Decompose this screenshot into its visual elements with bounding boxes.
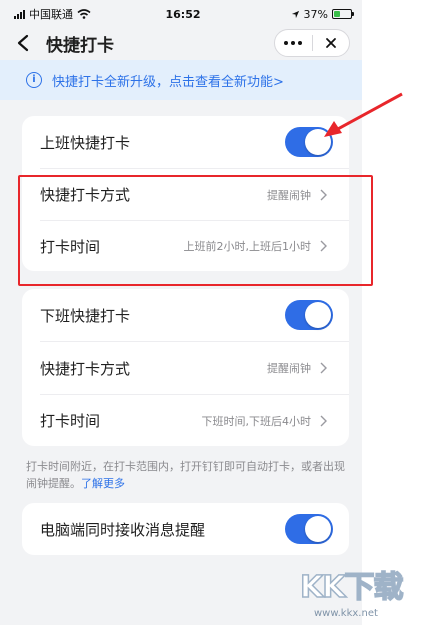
battery-percent: 37% bbox=[303, 7, 328, 21]
clock-out-card: 下班快捷打卡 快捷打卡方式 提醒闹钟 打卡时间 下班时间,下班后4小时 bbox=[22, 289, 349, 446]
close-icon bbox=[325, 38, 336, 48]
mini-app-capsule bbox=[274, 29, 350, 57]
clock-in-toggle-label: 上班快捷打卡 bbox=[40, 133, 131, 152]
location-arrow-icon bbox=[291, 10, 299, 18]
pc-notify-label: 电脑端同时接收消息提醒 bbox=[40, 520, 206, 539]
highlight-box bbox=[18, 175, 373, 286]
red-arrow-icon bbox=[324, 92, 403, 137]
more-dots-icon bbox=[284, 41, 303, 45]
clock-out-toggle-label: 下班快捷打卡 bbox=[40, 306, 131, 325]
chevron-right-icon bbox=[319, 361, 333, 375]
clock-out-time-value: 下班时间,下班后4小时 bbox=[201, 414, 312, 428]
pc-notify-row: 电脑端同时接收消息提醒 bbox=[22, 503, 349, 555]
clock-in-toggle-row: 上班快捷打卡 bbox=[22, 116, 349, 168]
page-title: 快捷打卡 bbox=[46, 35, 114, 56]
clock-out-time-label: 打卡时间 bbox=[40, 412, 101, 430]
back-button[interactable] bbox=[16, 31, 40, 55]
chevron-right-icon bbox=[319, 414, 333, 428]
pc-notify-toggle[interactable] bbox=[285, 514, 333, 544]
auto-clock-hint: 打卡时间附近，在打卡范围内，打开钉钉即可自动打卡，或者出现闹钟提醒。了解更多 bbox=[26, 458, 348, 492]
clock-out-method-value: 提醒闹钟 bbox=[267, 362, 311, 375]
close-button[interactable] bbox=[313, 30, 350, 56]
notice-text: 快捷打卡全新升级，点击查看全新功能> bbox=[52, 74, 284, 90]
upgrade-notice-banner[interactable]: i 快捷打卡全新升级，点击查看全新功能> bbox=[0, 60, 362, 100]
clock-out-method-row[interactable]: 快捷打卡方式 提醒闹钟 bbox=[22, 342, 349, 394]
clock-out-toggle-row: 下班快捷打卡 bbox=[22, 289, 349, 341]
more-button[interactable] bbox=[275, 30, 312, 56]
learn-more-link[interactable]: 了解更多 bbox=[81, 477, 125, 490]
watermark-url: www.kkx.net bbox=[314, 608, 378, 619]
status-bar: 中国联通 16:52 37% bbox=[0, 0, 362, 28]
watermark: KK下载 www.kkx.net bbox=[299, 562, 420, 622]
chevron-left-icon bbox=[17, 34, 29, 52]
battery-icon bbox=[332, 9, 354, 19]
info-icon: i bbox=[26, 72, 42, 88]
clock-out-method-label: 快捷打卡方式 bbox=[40, 359, 131, 378]
phone-screen: 中国联通 16:52 37% 快捷打卡 i 快捷打卡全新升级，点击查看全新功能> bbox=[0, 0, 362, 625]
nav-bar: 快捷打卡 bbox=[0, 28, 362, 58]
watermark-logo: KK下载 bbox=[299, 569, 404, 606]
pc-notify-card: 电脑端同时接收消息提醒 bbox=[22, 503, 349, 555]
hint-text: 打卡时间附近，在打卡范围内，打开钉钉即可自动打卡，或者出现闹钟提醒。 bbox=[26, 460, 345, 490]
signal-icon bbox=[14, 9, 25, 19]
wifi-icon bbox=[77, 9, 91, 19]
status-time: 16:52 bbox=[165, 7, 201, 21]
carrier-label: 中国联通 bbox=[29, 8, 73, 21]
clock-out-time-row[interactable]: 打卡时间 下班时间,下班后4小时 bbox=[22, 395, 349, 446]
clock-out-toggle[interactable] bbox=[285, 300, 333, 330]
